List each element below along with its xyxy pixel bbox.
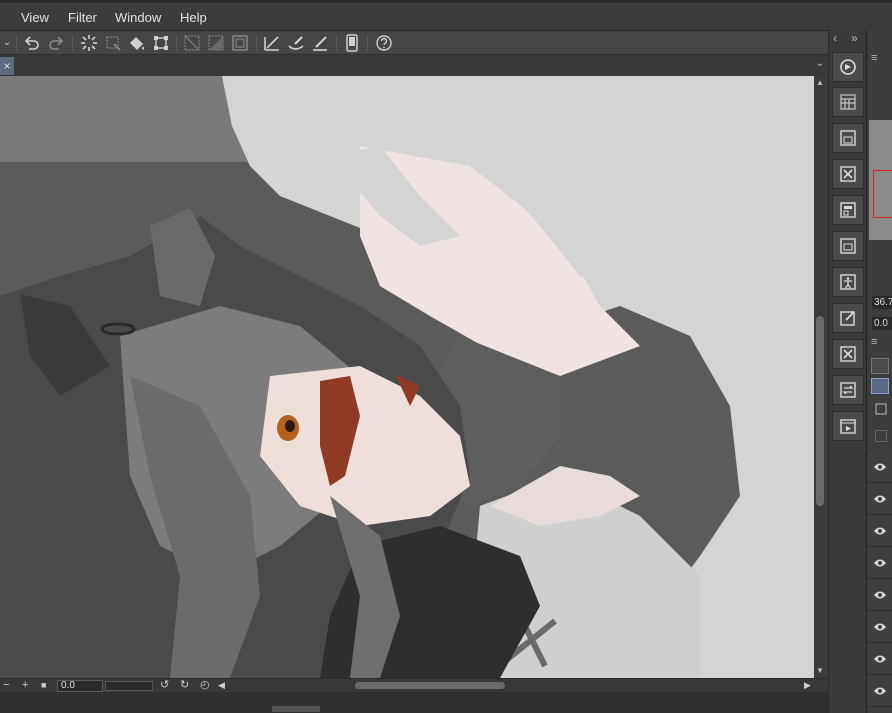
eye-icon[interactable] [873, 462, 887, 472]
vertical-scroll-thumb[interactable] [816, 316, 824, 506]
pen-ruler-icon[interactable] [310, 33, 330, 53]
eye-icon[interactable] [873, 494, 887, 504]
command-bar-vertical: ‹ » [828, 30, 866, 713]
delete-icon[interactable] [832, 159, 864, 189]
edit-icon[interactable] [832, 303, 864, 333]
collapse-left-icon[interactable]: ‹ [833, 31, 837, 45]
reset-rotation-icon[interactable]: ◴ [200, 679, 210, 692]
swap-icon[interactable] [832, 375, 864, 405]
eye-icon[interactable] [873, 558, 887, 568]
zoom-out-button[interactable]: − [3, 679, 9, 692]
scroll-left-icon[interactable]: ◀ [218, 679, 225, 692]
toolbar-separator [336, 35, 337, 51]
eye-icon[interactable] [873, 590, 887, 600]
smartphone-icon[interactable] [342, 33, 362, 53]
layer-ref-icon[interactable] [871, 402, 889, 418]
toolbar-separator [72, 35, 73, 51]
brush-ruler-icon[interactable] [286, 33, 306, 53]
select-all-icon[interactable] [182, 33, 202, 53]
layer-panel-menu-icon[interactable]: ≡ [871, 336, 877, 348]
menu-bar: View Filter Window Help [0, 0, 892, 30]
toolbar-separator [367, 35, 368, 51]
zoom-slider[interactable] [105, 681, 153, 691]
deselect-icon[interactable] [230, 33, 250, 53]
navigator-icon[interactable] [832, 52, 864, 82]
artwork-illustration [0, 76, 814, 678]
loading-spinner-icon[interactable] [79, 33, 99, 53]
collapse-right-icon[interactable]: » [851, 31, 858, 45]
eye-icon[interactable] [873, 526, 887, 536]
canvas-status-bar: − + ■ 0.0 ↺ ↻ ◴ ◀ ▶ [0, 678, 827, 692]
grid-icon[interactable] [832, 87, 864, 117]
scroll-down-icon[interactable]: ▼ [816, 666, 824, 675]
horizontal-scroll-thumb[interactable] [355, 682, 505, 689]
toolbar-separator [256, 35, 257, 51]
navigator-angle-field[interactable]: 0.0 [872, 317, 892, 330]
toolbar-separator [16, 35, 17, 51]
vertical-scrollbar[interactable]: ▲ ▼ [814, 76, 827, 678]
layer-row[interactable] [867, 484, 892, 515]
scroll-right-icon[interactable]: ▶ [804, 679, 811, 692]
invert-selection-icon[interactable] [206, 33, 226, 53]
accessibility-icon[interactable] [832, 267, 864, 297]
zoom-in-button[interactable]: + [22, 679, 28, 692]
eye-icon[interactable] [873, 686, 887, 696]
dock-resize-handle[interactable] [272, 706, 320, 712]
navigator-layer-panel: ≡ 36.7 0.0 ≡ [866, 30, 892, 713]
toolbar-separator [176, 35, 177, 51]
layer-clip-button[interactable] [871, 378, 889, 394]
layer-row[interactable] [867, 580, 892, 611]
eye-icon[interactable] [873, 622, 887, 632]
layer-row[interactable] [867, 644, 892, 675]
ruler-icon[interactable] [262, 33, 282, 53]
app-window: View Filter Window Help ⌄ × ⌄ ▲ ▼ − + ■ … [0, 0, 892, 713]
eye-icon[interactable] [873, 654, 887, 664]
layer-properties-icon[interactable] [832, 195, 864, 225]
menu-help[interactable]: Help [180, 10, 207, 25]
transform-icon[interactable] [151, 33, 171, 53]
undo-icon[interactable] [22, 33, 42, 53]
document-tab-bar: × ⌄ [0, 54, 828, 76]
bottom-dock [0, 692, 892, 713]
layer-row[interactable] [867, 612, 892, 643]
navigator-viewport-frame[interactable] [873, 170, 892, 218]
clear-icon[interactable] [103, 33, 123, 53]
menu-filter[interactable]: Filter [68, 10, 97, 25]
tab-close-button[interactable]: × [0, 57, 14, 75]
dropdown-arrow-icon[interactable]: ⌄ [0, 33, 14, 53]
layer-row[interactable] [867, 548, 892, 579]
rotate-left-icon[interactable]: ↺ [160, 679, 169, 692]
layer-lock-checkbox[interactable] [875, 430, 887, 442]
help-icon[interactable] [374, 33, 394, 53]
layer-mode-button[interactable] [871, 358, 889, 374]
drawing-canvas[interactable] [0, 76, 814, 678]
stop-icon[interactable]: ■ [41, 679, 46, 692]
rotate-right-icon[interactable]: ↻ [180, 679, 189, 692]
redo-icon[interactable] [46, 33, 66, 53]
panel-menu-icon[interactable]: ≡ [871, 52, 877, 64]
navigator-zoom-field[interactable]: 36.7 [872, 296, 892, 309]
animation-icon[interactable] [832, 411, 864, 441]
layer-row[interactable] [867, 516, 892, 547]
close-panel-icon[interactable] [832, 339, 864, 369]
fill-icon[interactable] [127, 33, 147, 53]
layer-row[interactable] [867, 676, 892, 707]
menu-window[interactable]: Window [115, 10, 161, 25]
command-toolbar: ⌄ [0, 30, 828, 54]
layer-row[interactable] [867, 452, 892, 483]
layer-icon[interactable] [832, 231, 864, 261]
scroll-up-icon[interactable]: ▲ [816, 78, 824, 87]
menu-view[interactable]: View [21, 10, 49, 25]
tab-menu-chevron-down-icon[interactable]: ⌄ [816, 58, 824, 69]
zoom-value-field[interactable]: 0.0 [57, 680, 103, 692]
save-icon[interactable] [832, 123, 864, 153]
